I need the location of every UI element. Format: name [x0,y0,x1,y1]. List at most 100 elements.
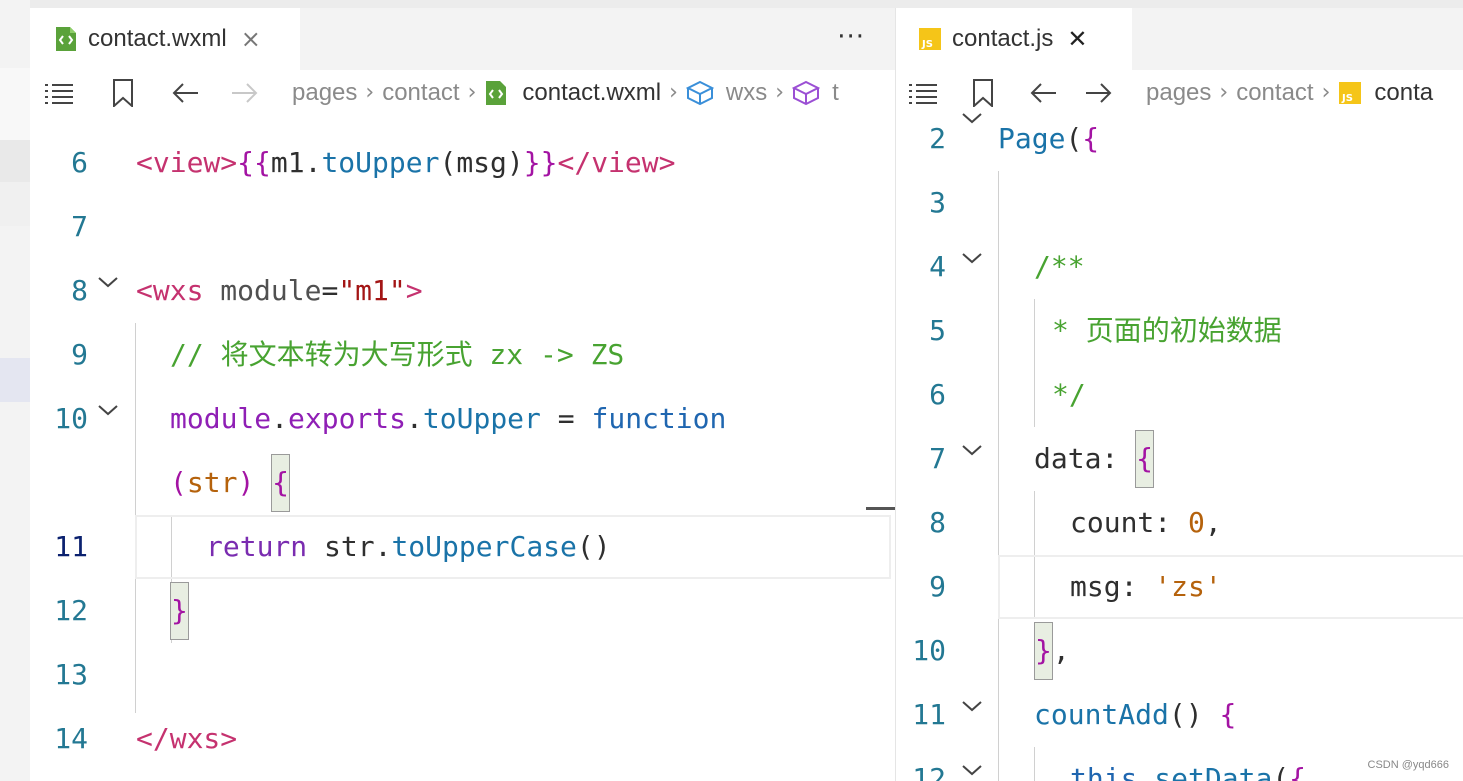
breadcrumb-item[interactable]: wxs [726,79,767,107]
code-line: 5 * 页面的初始数据 [896,299,1463,363]
code-line: 10 module.exports.toUpper = function [30,387,895,451]
breadcrumb-separator: › [467,80,477,105]
breadcrumb-item[interactable]: contact.wxml [522,79,661,107]
breadcrumb-separator: › [1219,80,1229,105]
close-icon[interactable]: ✕ [1067,25,1087,53]
chevron-down-icon[interactable] [960,757,984,781]
line-number: 6 [929,378,946,411]
line-number: 4 [929,250,946,283]
cube-icon [685,78,714,108]
line-number: 7 [929,442,946,475]
line-number: 8 [71,274,88,307]
wxml-file-icon [54,26,78,52]
breadcrumb-item[interactable]: conta [1374,79,1433,107]
breadcrumb-separator: › [669,80,678,105]
line-number: 10 [54,402,88,435]
code-line: 13 [30,643,895,707]
code-editor[interactable]: 6 <view>{{m1.toUpper(msg)}}</view> 7 8 <… [30,115,895,781]
code-line: 2 Page({ [896,107,1463,171]
code-editor[interactable]: 2 Page({ 3 4 /** 5 * 页面的初始数据 6 */ 7 data… [896,113,1463,781]
code-line: 8 <wxs module="m1"> [30,259,895,323]
more-actions-button[interactable]: ··· [837,22,865,52]
list-icon[interactable] [908,78,938,108]
strip-block-selected [0,358,30,402]
code-line: 11 return str.toUpperCase() [30,515,895,579]
code-line: 12 } [30,579,895,643]
line-number: 8 [929,506,946,539]
code-comment: // 将文本转为大写形式 zx -> ZS [170,338,625,371]
code-text: data: { [1034,427,1155,491]
tab-contact-js[interactable]: JS contact.js ✕ [896,8,1132,70]
chevron-down-icon[interactable] [960,693,984,717]
line-number: 11 [54,530,88,563]
strip-block [0,68,30,140]
code-line: 6 */ [896,363,1463,427]
code-line: 6 <view>{{m1.toUpper(msg)}}</view> [30,131,895,195]
chevron-down-icon[interactable] [96,397,120,421]
code-line: 7 [30,195,895,259]
breadcrumb-item[interactable]: contact [1236,79,1313,107]
code-text: <view>{{m1.toUpper(msg)}}</view> [136,146,676,179]
code-line: 11 countAdd() { [896,683,1463,747]
line-number: 12 [54,594,88,627]
js-file-icon: JS [918,26,942,52]
tab-label: contact.wxml [88,25,227,52]
tab-bar: JS contact.js ✕ [896,8,1463,70]
code-text: (str) { [170,451,291,515]
breadcrumb-item[interactable]: pages [292,79,357,107]
arrow-left-icon[interactable] [170,78,200,108]
breadcrumb-item[interactable]: t [832,79,839,107]
title-strip [0,0,1463,8]
code-text: }, [1034,619,1070,683]
chevron-down-icon[interactable] [960,105,984,129]
wxml-file-icon [484,80,508,106]
chevron-down-icon[interactable] [960,245,984,269]
line-number: 5 [929,314,946,347]
bookmark-icon[interactable] [968,78,998,108]
code-text: count: 0, [1070,506,1222,539]
strip-block [0,140,30,182]
arrow-right-icon[interactable] [230,78,260,108]
code-line: 7 data: { [896,427,1463,491]
editor-pane-right: JS contact.js ✕ pages › contact › JS con… [895,8,1463,781]
breadcrumb-item[interactable]: pages [1146,79,1211,107]
code-line: 3 [896,171,1463,235]
svg-text:JS: JS [1341,93,1353,104]
tab-contact-wxml[interactable]: contact.wxml × [30,8,300,70]
code-comment: * 页面的初始数据 [1052,314,1282,347]
line-number: 6 [71,146,88,179]
code-text: msg: 'zs' [1070,570,1222,603]
code-line: 9 // 将文本转为大写形式 zx -> ZS [30,323,895,387]
code-text: <wxs module="m1"> [136,274,423,307]
code-comment: /** [1034,250,1085,283]
code-text: </wxs> [136,722,238,755]
js-file-icon: JS [1338,80,1362,106]
breadcrumb-separator: › [365,80,375,105]
close-icon[interactable]: × [241,25,261,53]
line-number: 13 [54,658,88,691]
tab-label: contact.js [952,25,1054,52]
arrow-right-icon[interactable] [1084,78,1114,108]
chevron-down-icon[interactable] [960,437,984,461]
line-number: 7 [71,210,88,243]
tab-bar: contact.wxml × ··· [30,8,895,70]
bookmark-icon[interactable] [108,78,138,108]
line-number: 9 [71,338,88,371]
code-text: countAdd() { [1034,698,1237,731]
code-text: return str.toUpperCase() [206,530,611,563]
code-line: 9 msg: 'zs' [896,555,1463,619]
code-text: Page({ [998,122,1100,155]
breadcrumb-separator: › [775,80,785,105]
code-text: } [170,579,189,643]
chevron-down-icon[interactable] [96,269,120,293]
breadcrumb-separator: › [1321,80,1331,105]
code-line: 4 /** [896,235,1463,299]
list-icon[interactable] [44,78,74,108]
code-text: this.setData({ [1070,762,1307,781]
breadcrumb-item[interactable]: contact [382,79,459,107]
line-number: 14 [54,722,88,755]
line-number: 3 [929,186,946,219]
line-number: 9 [929,570,946,603]
svg-text:JS: JS [921,39,933,50]
arrow-left-icon[interactable] [1028,78,1058,108]
